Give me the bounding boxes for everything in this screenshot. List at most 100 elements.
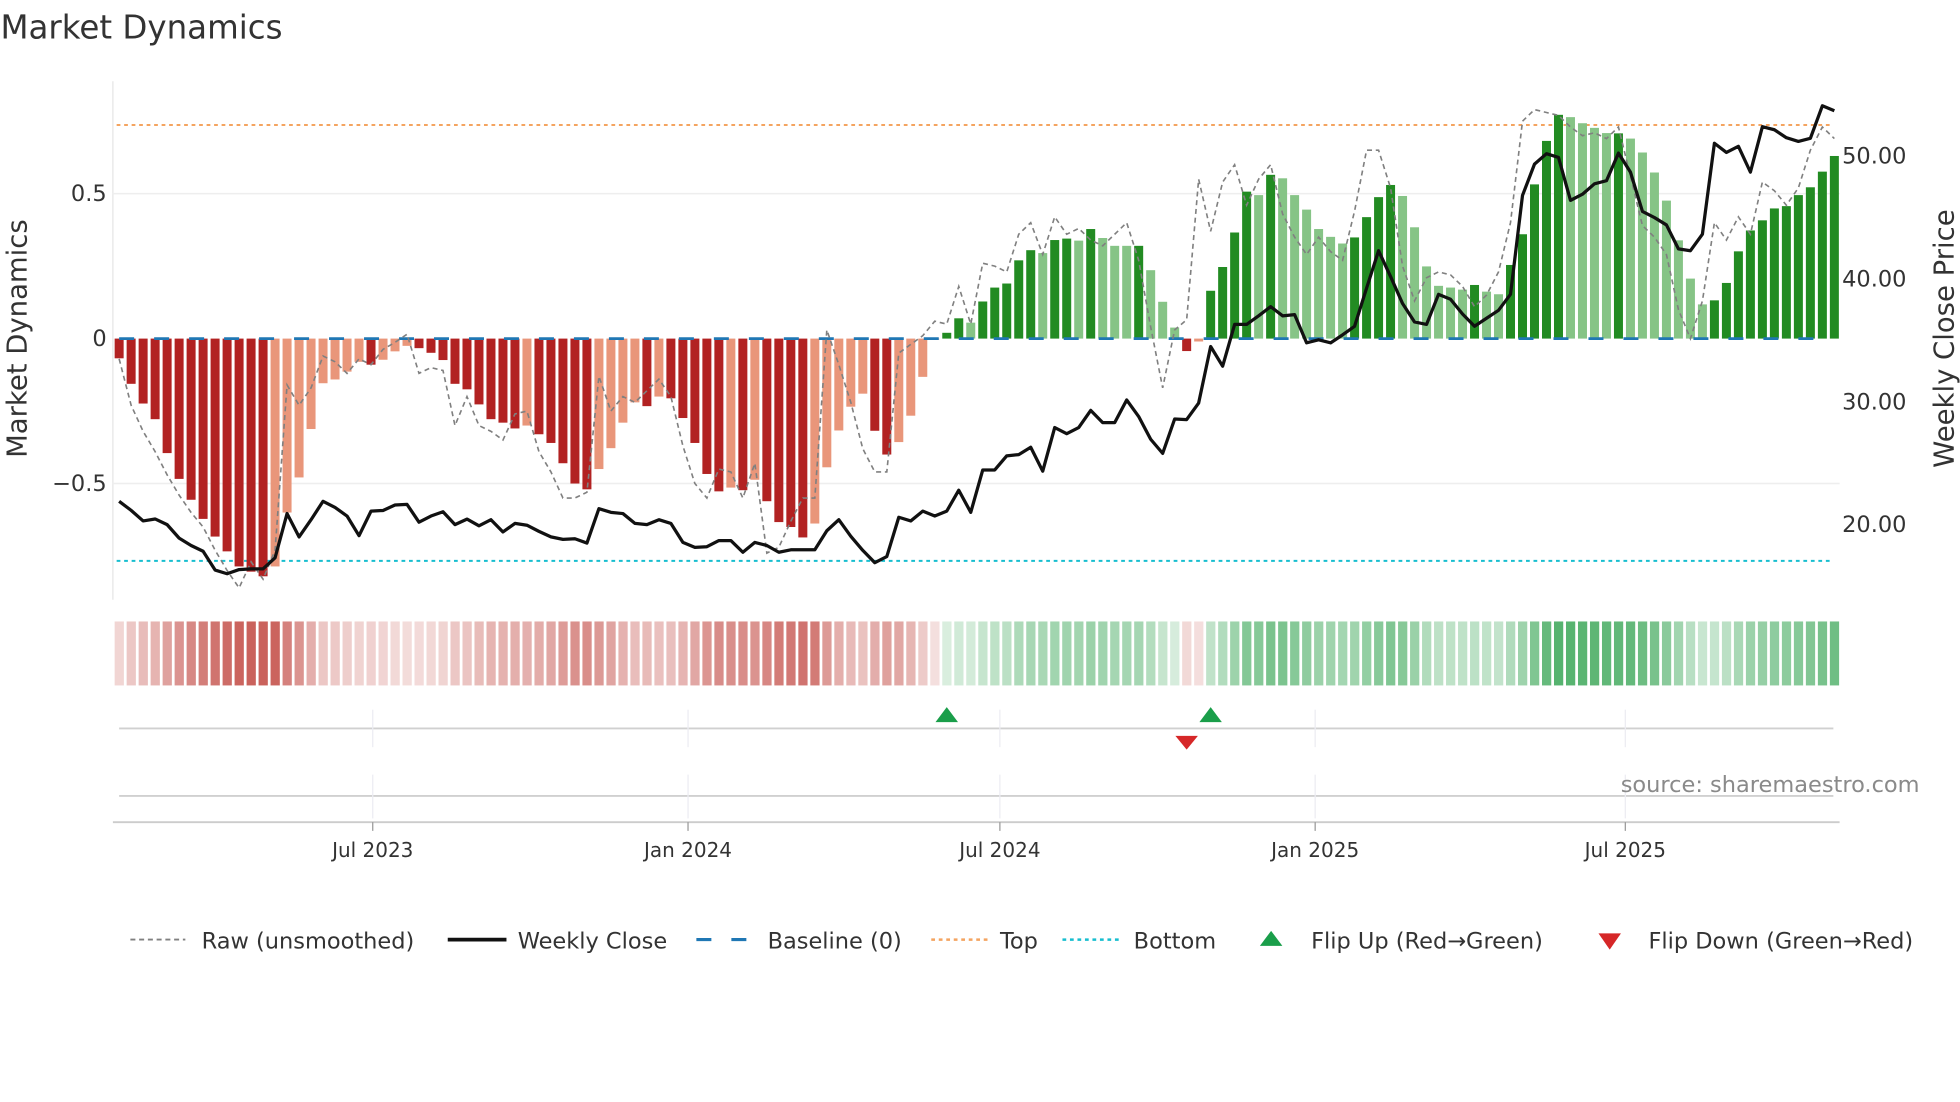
momentum-bar: [678, 338, 688, 419]
heat-strip-cell: [1397, 620, 1409, 687]
momentum-bar: [1314, 229, 1324, 339]
y-tick-label-left: 0.5: [71, 181, 107, 207]
bar-layer: [114, 114, 1839, 577]
momentum-bar: [318, 338, 328, 384]
heat-strip-cell: [881, 620, 893, 687]
heat-strip-cell: [341, 620, 353, 687]
momentum-bar: [450, 338, 460, 384]
x-tick-label: Jul 2024: [957, 838, 1040, 862]
heat-strip-cell: [173, 620, 185, 687]
heat-strip-cell: [1564, 620, 1577, 687]
source-note: source: sharemaestro.com: [1621, 772, 1920, 798]
momentum-bar: [870, 338, 880, 431]
momentum-bar: [1577, 123, 1587, 339]
momentum-bar: [414, 338, 424, 349]
momentum-bar: [774, 338, 784, 523]
momentum-bar: [294, 338, 304, 478]
heat-strip-cell: [1612, 620, 1625, 687]
heat-strip-cell: [773, 620, 785, 687]
momentum-bar: [1026, 250, 1036, 339]
momentum-bar: [498, 338, 508, 423]
heat-strip-cell: [449, 620, 461, 687]
heat-strip-cell: [689, 620, 701, 687]
momentum-bar: [1194, 338, 1204, 342]
momentum-bar: [150, 338, 160, 420]
momentum-bar: [1098, 238, 1108, 339]
heat-strip-cell: [1588, 620, 1601, 687]
heat-strip-cell: [1373, 620, 1385, 687]
heat-strip: [113, 620, 1841, 687]
heat-strip-cell: [1265, 620, 1277, 687]
heat-strip-cell: [593, 620, 605, 687]
heat-strip-cell: [617, 620, 629, 687]
heat-strip-cell: [1385, 620, 1397, 687]
heat-strip-cell: [629, 620, 641, 687]
heat-strip-cell: [1337, 620, 1349, 687]
heat-strip-cell: [785, 620, 797, 687]
heat-strip-cell: [1552, 620, 1565, 687]
momentum-bar: [1709, 300, 1719, 339]
heat-strip-cell: [1169, 620, 1181, 687]
heat-strip-cell: [893, 620, 905, 687]
momentum-bar: [1494, 294, 1504, 339]
momentum-bar: [606, 338, 616, 449]
momentum-bar: [1721, 282, 1731, 339]
heat-strip-cell: [1600, 620, 1613, 687]
heat-strip-cell: [929, 620, 941, 687]
heat-strip-cell: [833, 620, 845, 687]
momentum-bar: [978, 301, 988, 339]
momentum-bar: [462, 338, 472, 390]
heat-strip-cell: [821, 620, 833, 687]
momentum-bar: [1781, 206, 1791, 339]
momentum-bar: [738, 338, 748, 491]
heat-strip-cell: [1672, 620, 1685, 687]
y-axis-right-title: Weekly Close Price: [1928, 209, 1960, 467]
heat-strip-cell: [1361, 620, 1373, 687]
momentum-bar: [762, 338, 772, 502]
momentum-bar: [1530, 184, 1539, 339]
momentum-bar: [1553, 114, 1563, 339]
heat-strip-cell: [653, 620, 665, 687]
momentum-bar: [546, 338, 556, 443]
momentum-bar: [630, 338, 640, 403]
heat-strip-cell: [557, 620, 569, 687]
heat-strip-cell: [749, 620, 761, 687]
heat-strip-cell: [1325, 620, 1337, 687]
momentum-bar: [786, 338, 796, 528]
heat-strip-cell: [1648, 620, 1661, 687]
momentum-bar: [1110, 245, 1120, 339]
heat-strip-cell: [185, 620, 197, 687]
heat-strip-cell: [1025, 620, 1037, 687]
heat-strip-cell: [1732, 620, 1745, 687]
momentum-bar: [1050, 240, 1060, 339]
momentum-bar: [690, 338, 700, 443]
raw-unsmoothed-line: [118, 108, 1835, 590]
flip-down-marker: [1175, 735, 1198, 750]
heat-strip-cell: [293, 620, 305, 687]
x-tick-label: Jan 2025: [1269, 838, 1359, 862]
heat-strip-cell: [1720, 620, 1733, 687]
heat-strip-cell: [1576, 620, 1589, 687]
momentum-bar: [1242, 191, 1252, 339]
heat-strip-cell: [941, 620, 953, 687]
legend-top-label: Top: [999, 928, 1038, 954]
heat-strip-cell: [989, 620, 1001, 687]
momentum-bar: [1014, 260, 1024, 339]
momentum-bar: [138, 338, 148, 404]
heat-strip-cell: [1121, 620, 1133, 687]
y-axis-left-title: Market Dynamics: [2, 219, 34, 458]
heat-strip-cell: [677, 620, 689, 687]
heat-strip-cell: [389, 620, 401, 687]
heat-strip-cell: [1505, 620, 1517, 687]
heat-strip-cell: [209, 620, 221, 687]
momentum-bar: [918, 338, 928, 377]
momentum-bar: [834, 338, 844, 431]
heat-strip-cell: [1001, 620, 1013, 687]
heat-strip-cell: [1744, 620, 1757, 687]
heat-strip-cell: [461, 620, 473, 687]
heat-strip-cell: [1085, 620, 1097, 687]
heat-strip-cell: [1301, 620, 1313, 687]
heat-strip-cell: [1229, 620, 1241, 687]
momentum-bar: [486, 338, 496, 420]
heat-strip-cell: [1624, 620, 1637, 687]
